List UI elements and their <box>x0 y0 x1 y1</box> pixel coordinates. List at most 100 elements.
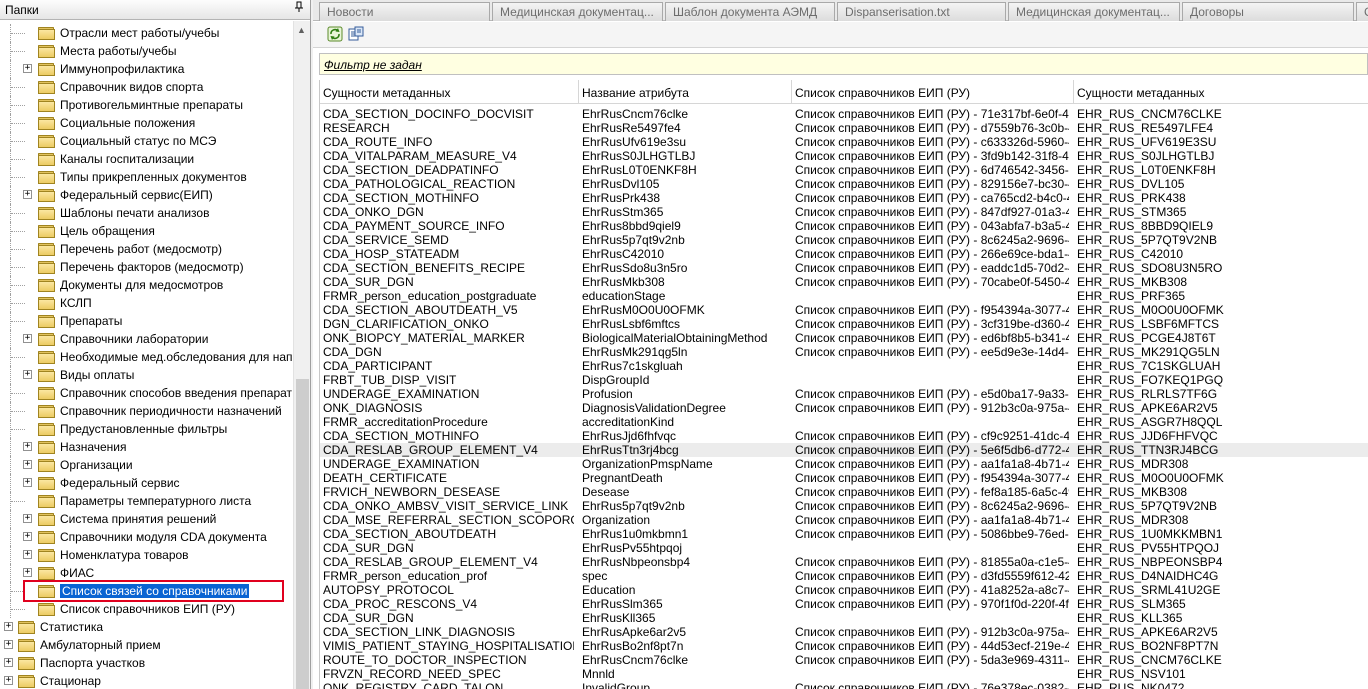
table-row[interactable]: AUTOPSY_PROTOCOL Education Список справочн… <box>320 583 1368 597</box>
document-tab[interactable]: Шаблон документа АЭМД <box>665 2 835 21</box>
table-row[interactable]: CDA_PROC_RESCONS_V4 EhrRusSlm365 Список сп… <box>320 597 1368 611</box>
table-row[interactable]: CDA_PARTICIPANT EhrRus7c1skgluah EHR_RUS_7… <box>320 359 1368 373</box>
tree-item[interactable]: Каналы госпитализации <box>0 150 293 168</box>
table-row[interactable]: ONK_REGISTRY_CARD_TALON InvalidGroup Списо… <box>320 681 1368 689</box>
column-header[interactable]: Список справочников ЕИП (РУ) <box>792 80 1074 104</box>
table-row[interactable]: CDA_SERVICE_SEMD EhrRus5p7qt9v2nb Список с… <box>320 233 1368 247</box>
document-tab[interactable]: Медицинская документац... <box>1008 2 1180 21</box>
tree-item[interactable]: Социальные положения <box>0 114 293 132</box>
table-row[interactable]: CDA_PATHOLOGICAL_REACTION EhrRusDvl105 Спи… <box>320 177 1368 191</box>
tree-item[interactable]: + Организации <box>0 456 293 474</box>
table-row[interactable]: FRBT_TUB_DISP_VISIT DispGroupId EHR_RUS_FO… <box>320 373 1368 387</box>
table-row[interactable]: CDA_SECTION_DOCINFO_DOCVISIT EhrRusCncm76… <box>320 107 1368 121</box>
table-row[interactable]: VIMIS_PATIENT_STAYING_HOSPITALISATION Ehr… <box>320 639 1368 653</box>
column-header[interactable]: Название атрибута <box>579 80 792 104</box>
tree-item[interactable]: + Справочники модуля CDA документа <box>0 528 293 546</box>
scrollbar-thumb[interactable] <box>296 379 309 689</box>
export-icon[interactable] <box>348 26 364 42</box>
table-row[interactable]: RESEARCH EhrRusRe5497fe4 Список справочник… <box>320 121 1368 135</box>
table-row[interactable]: CDA_SECTION_ABOUTDEATH EhrRus1u0mkbmn1 Спи… <box>320 527 1368 541</box>
table-row[interactable]: CDA_ROUTE_INFO EhrRusUfv619e3su Список спр… <box>320 135 1368 149</box>
expand-icon[interactable]: + <box>23 550 32 559</box>
table-row[interactable]: UNDERAGE_EXAMINATION Profusion Список спра… <box>320 387 1368 401</box>
table-row[interactable]: CDA_SECTION_ABOUTDEATH_V5 EhrRusM0O0U0OFM… <box>320 303 1368 317</box>
expand-icon[interactable]: + <box>4 622 13 631</box>
expand-icon[interactable]: + <box>23 190 32 199</box>
tree-item[interactable]: Социальный статус по МСЭ <box>0 132 293 150</box>
tree-item[interactable]: + Стационар <box>0 672 293 689</box>
tree-item[interactable]: + Справочники лаборатории <box>0 330 293 348</box>
table-row[interactable]: CDA_HOSP_STATEADM EhrRusC42010 Список спра… <box>320 247 1368 261</box>
table-row[interactable]: FRMR_person_education_prof spec Список спр… <box>320 569 1368 583</box>
tree-item[interactable]: Документы для медосмотров <box>0 276 293 294</box>
table-row[interactable]: CDA_DGN EhrRusMk291qg5ln Список справочник… <box>320 345 1368 359</box>
table-row[interactable]: DEATH_CERTIFICATE PregnantDeath Список спр… <box>320 471 1368 485</box>
table-row[interactable]: ONK_BIOPCY_MATERIAL_MARKER BiologicalMate… <box>320 331 1368 345</box>
table-row[interactable]: FRVZN_RECORD_NEED_SPEC Mnnld EHR_RUS_NSV10… <box>320 667 1368 681</box>
expand-icon[interactable]: + <box>23 568 32 577</box>
table-row[interactable]: CDA_SECTION_MOTHINFO EhrRusPrk438 Список с… <box>320 191 1368 205</box>
table-row[interactable]: CDA_RESLAB_GROUP_ELEMENT_V4 EhrRusTtn3rj4… <box>320 443 1368 457</box>
tree-item[interactable]: + Статистика <box>0 618 293 636</box>
expand-icon[interactable]: + <box>4 676 13 685</box>
tree-item[interactable]: + Система принятия решений <box>0 510 293 528</box>
tree-item[interactable]: Справочник видов спорта <box>0 78 293 96</box>
expand-icon[interactable]: + <box>23 442 32 451</box>
table-row[interactable]: UNDERAGE_EXAMINATION OrganizationPmspName… <box>320 457 1368 471</box>
document-tab[interactable]: С <box>1356 2 1368 21</box>
tree-item[interactable]: Отрасли мест работы/учебы <box>0 24 293 42</box>
table-row[interactable]: CDA_RESLAB_GROUP_ELEMENT_V4 EhrRusNbpeons… <box>320 555 1368 569</box>
column-header[interactable]: Сущности метаданных <box>320 80 579 104</box>
expand-icon[interactable]: + <box>23 334 32 343</box>
table-row[interactable]: CDA_SUR_DGN EhrRusMkb308 Список справочник… <box>320 275 1368 289</box>
document-tab[interactable]: Новости <box>319 2 490 21</box>
table-row[interactable]: CDA_SECTION_MOTHINFO EhrRusJjd6fhfvqc Спис… <box>320 429 1368 443</box>
tree-item[interactable]: + Номенклатура товаров <box>0 546 293 564</box>
table-row[interactable]: FRMR_person_education_postgraduate educat… <box>320 289 1368 303</box>
table-row[interactable]: DGN_CLARIFICATION_ONKO EhrRusLsbf6mftcs Сп… <box>320 317 1368 331</box>
folder-tree-scrollbar[interactable]: ▲ <box>293 21 310 689</box>
expand-icon[interactable]: + <box>4 640 13 649</box>
tree-item[interactable]: Противогельминтные препараты <box>0 96 293 114</box>
document-tab[interactable]: Dispanserisation.txt <box>837 2 1006 21</box>
document-tab[interactable]: Договоры <box>1182 2 1354 21</box>
tree-item[interactable]: + Амбулаторный прием <box>0 636 293 654</box>
table-row[interactable]: FRVICH_NEWBORN_DESEASE Desease Список спра… <box>320 485 1368 499</box>
document-tab[interactable]: Медицинская документац... <box>492 2 663 21</box>
table-row[interactable]: CDA_SUR_DGN EhrRusKll365 EHR_RUS_KLL365 <box>320 611 1368 625</box>
table-row[interactable]: ROUTE_TO_DOCTOR_INSPECTION EhrRusCncm76cl… <box>320 653 1368 667</box>
tree-item[interactable]: Перечень работ (медосмотр) <box>0 240 293 258</box>
tree-item[interactable]: Цель обращения <box>0 222 293 240</box>
expand-icon[interactable]: + <box>23 64 32 73</box>
filter-bar[interactable]: Фильтр не задан <box>319 53 1368 75</box>
table-row[interactable]: CDA_SECTION_DEADPATINFO EhrRusL0T0ENKF8H С… <box>320 163 1368 177</box>
tree-item[interactable]: + Федеральный сервис(ЕИП) <box>0 186 293 204</box>
table-row[interactable]: CDA_VITALPARAM_MEASURE_V4 EhrRusS0JLHGTLB… <box>320 149 1368 163</box>
table-row[interactable]: FRMR_accreditationProcedure accreditation… <box>320 415 1368 429</box>
table-row[interactable]: CDA_PAYMENT_SOURCE_INFO EhrRus8bbd9qiel9 С… <box>320 219 1368 233</box>
filter-status-text[interactable]: Фильтр не задан <box>324 58 422 72</box>
expand-icon[interactable]: + <box>23 478 32 487</box>
table-row[interactable]: ONK_DIAGNOSIS DiagnosisValidationDegree Сп… <box>320 401 1368 415</box>
tree-item[interactable]: + Виды оплаты <box>0 366 293 384</box>
expand-icon[interactable]: + <box>23 370 32 379</box>
table-row[interactable]: CDA_MSE_REFERRAL_SECTION_SCOPORG Organiza… <box>320 513 1368 527</box>
tree-item[interactable]: Список справочников ЕИП (РУ) <box>0 600 293 618</box>
tree-item[interactable]: + Иммунопрофилактика <box>0 60 293 78</box>
tree-item[interactable]: + Паспорта участков <box>0 654 293 672</box>
pin-icon[interactable] <box>294 1 304 16</box>
tree-item[interactable]: Места работы/учебы <box>0 42 293 60</box>
refresh-icon[interactable] <box>327 26 343 42</box>
tree-item[interactable]: Перечень факторов (медосмотр) <box>0 258 293 276</box>
table-row[interactable]: CDA_ONKO_AMBSV_VISIT_SERVICE_LINK EhrRus5… <box>320 499 1368 513</box>
tree-item[interactable]: Шаблоны печати анализов <box>0 204 293 222</box>
expand-icon[interactable]: + <box>4 658 13 667</box>
tree-item[interactable]: Справочник периодичности назначений <box>0 402 293 420</box>
table-row[interactable]: CDA_SUR_DGN EhrRusPv55htpqoj EHR_RUS_PV55H… <box>320 541 1368 555</box>
tree-item[interactable]: Необходимые мед.обследования для напр <box>0 348 293 366</box>
expand-icon[interactable]: + <box>23 514 32 523</box>
table-row[interactable]: CDA_SECTION_LINK_DIAGNOSIS EhrRusApke6ar2… <box>320 625 1368 639</box>
tree-item[interactable]: Справочник способов введения препарат <box>0 384 293 402</box>
expand-icon[interactable]: + <box>23 532 32 541</box>
scroll-up-icon[interactable]: ▲ <box>297 25 306 35</box>
